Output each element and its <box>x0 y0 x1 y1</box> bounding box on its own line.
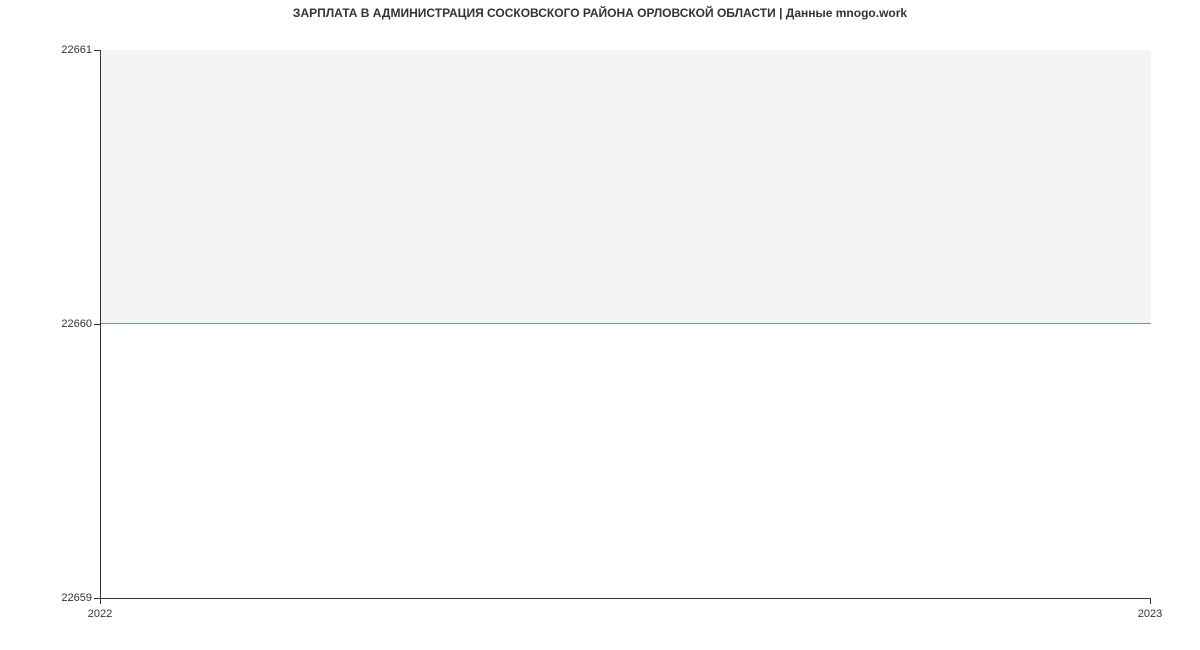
plot-area <box>100 50 1151 599</box>
x-tick-label: 2023 <box>1138 608 1162 620</box>
chart-title: ЗАРПЛАТА В АДМИНИСТРАЦИЯ СОСКОВСКОГО РАЙ… <box>0 6 1200 20</box>
chart-container: ЗАРПЛАТА В АДМИНИСТРАЦИЯ СОСКОВСКОГО РАЙ… <box>0 0 1200 650</box>
y-tick-label: 22661 <box>12 44 92 56</box>
x-tick-label: 2022 <box>88 608 112 620</box>
area-fill <box>101 50 1151 324</box>
series-line <box>101 323 1151 324</box>
y-tick-label: 22659 <box>12 592 92 604</box>
y-tick-label: 22660 <box>12 318 92 330</box>
